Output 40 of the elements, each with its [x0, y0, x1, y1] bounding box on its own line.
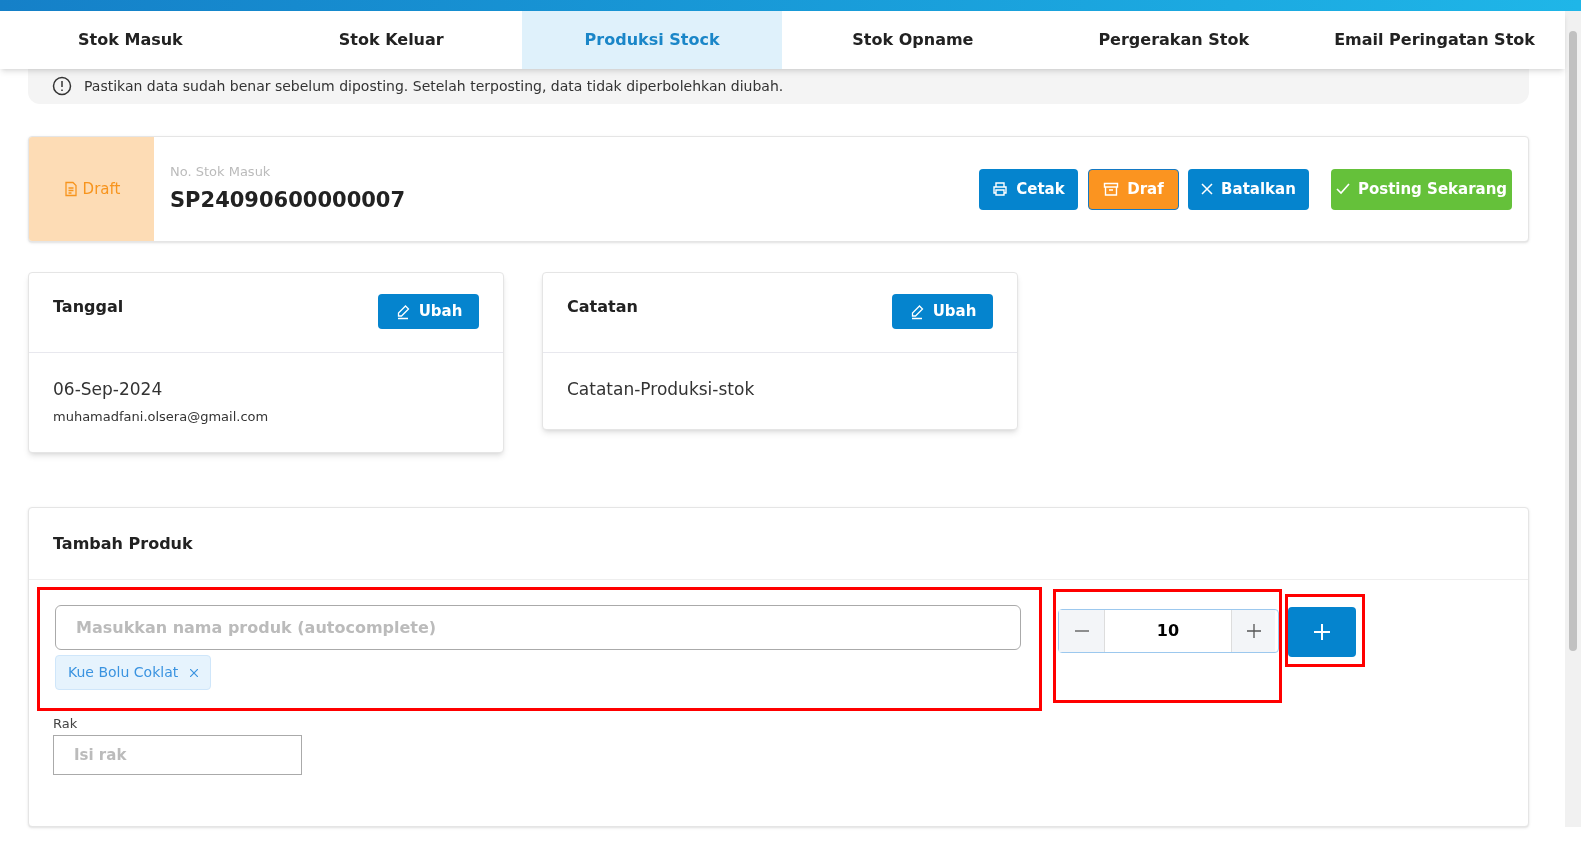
card-value: 06-Sep-2024 — [53, 378, 164, 401]
tab[interactable]: Stok Keluar — [260, 11, 522, 69]
tab[interactable]: Email Peringatan Stok — [1304, 11, 1565, 69]
tab[interactable]: Pergerakan Stok — [1043, 11, 1305, 69]
plus-icon — [1245, 623, 1262, 639]
plus-icon — [1312, 622, 1332, 642]
edit-button[interactable]: Ubah — [378, 294, 479, 329]
tag-label: Kue Bolu Coklat — [68, 663, 179, 682]
section-title: Tambah Produk — [53, 532, 193, 555]
minus-icon — [1073, 630, 1090, 632]
archive-icon — [1103, 181, 1120, 197]
rack-label: Rak — [53, 715, 79, 733]
card-title: Catatan — [567, 296, 638, 318]
add-button[interactable] — [1288, 607, 1356, 657]
draft-button[interactable]: Draf — [1088, 168, 1179, 210]
card-subtext: muhamadfani.olsera@gmail.com — [53, 407, 270, 426]
close-icon[interactable] — [190, 668, 199, 677]
card-title: Tanggal — [53, 296, 124, 318]
document-number: SP24090600000007 — [170, 187, 407, 214]
tab[interactable]: Produksi Stock — [521, 11, 783, 69]
post-button[interactable]: Posting Sekarang — [1331, 168, 1512, 210]
print-button[interactable]: Cetak — [979, 168, 1078, 210]
close-icon — [1201, 183, 1214, 195]
notice-text: Pastikan data sudah benar sebelum diposting. Setelah terposting, data tidak diperbolehkan diubah. — [84, 76, 784, 96]
number-label: No. Stok Masuk — [170, 162, 272, 181]
alert-icon — [52, 76, 72, 96]
printer-icon — [992, 181, 1009, 197]
status-text: Draft — [82, 178, 121, 200]
increase-button[interactable] — [1232, 610, 1275, 652]
rack-field[interactable]: Isi rak — [53, 734, 302, 775]
check-icon — [1335, 182, 1350, 196]
tab[interactable]: Stok Masuk — [0, 11, 261, 69]
card-value: Catatan-Produksi-stok — [567, 378, 756, 401]
cancel-button[interactable]: Batalkan — [1188, 168, 1309, 210]
tab[interactable]: Stok Opname — [782, 11, 1044, 69]
product-search-field[interactable]: Masukkan nama produk (autocomplete) — [55, 605, 1021, 650]
scrollbar[interactable] — [1565, 11, 1581, 827]
quantity-stepper[interactable]: 10 — [1058, 609, 1279, 653]
edit-button[interactable]: Ubah — [892, 294, 993, 329]
document-icon — [62, 181, 79, 197]
